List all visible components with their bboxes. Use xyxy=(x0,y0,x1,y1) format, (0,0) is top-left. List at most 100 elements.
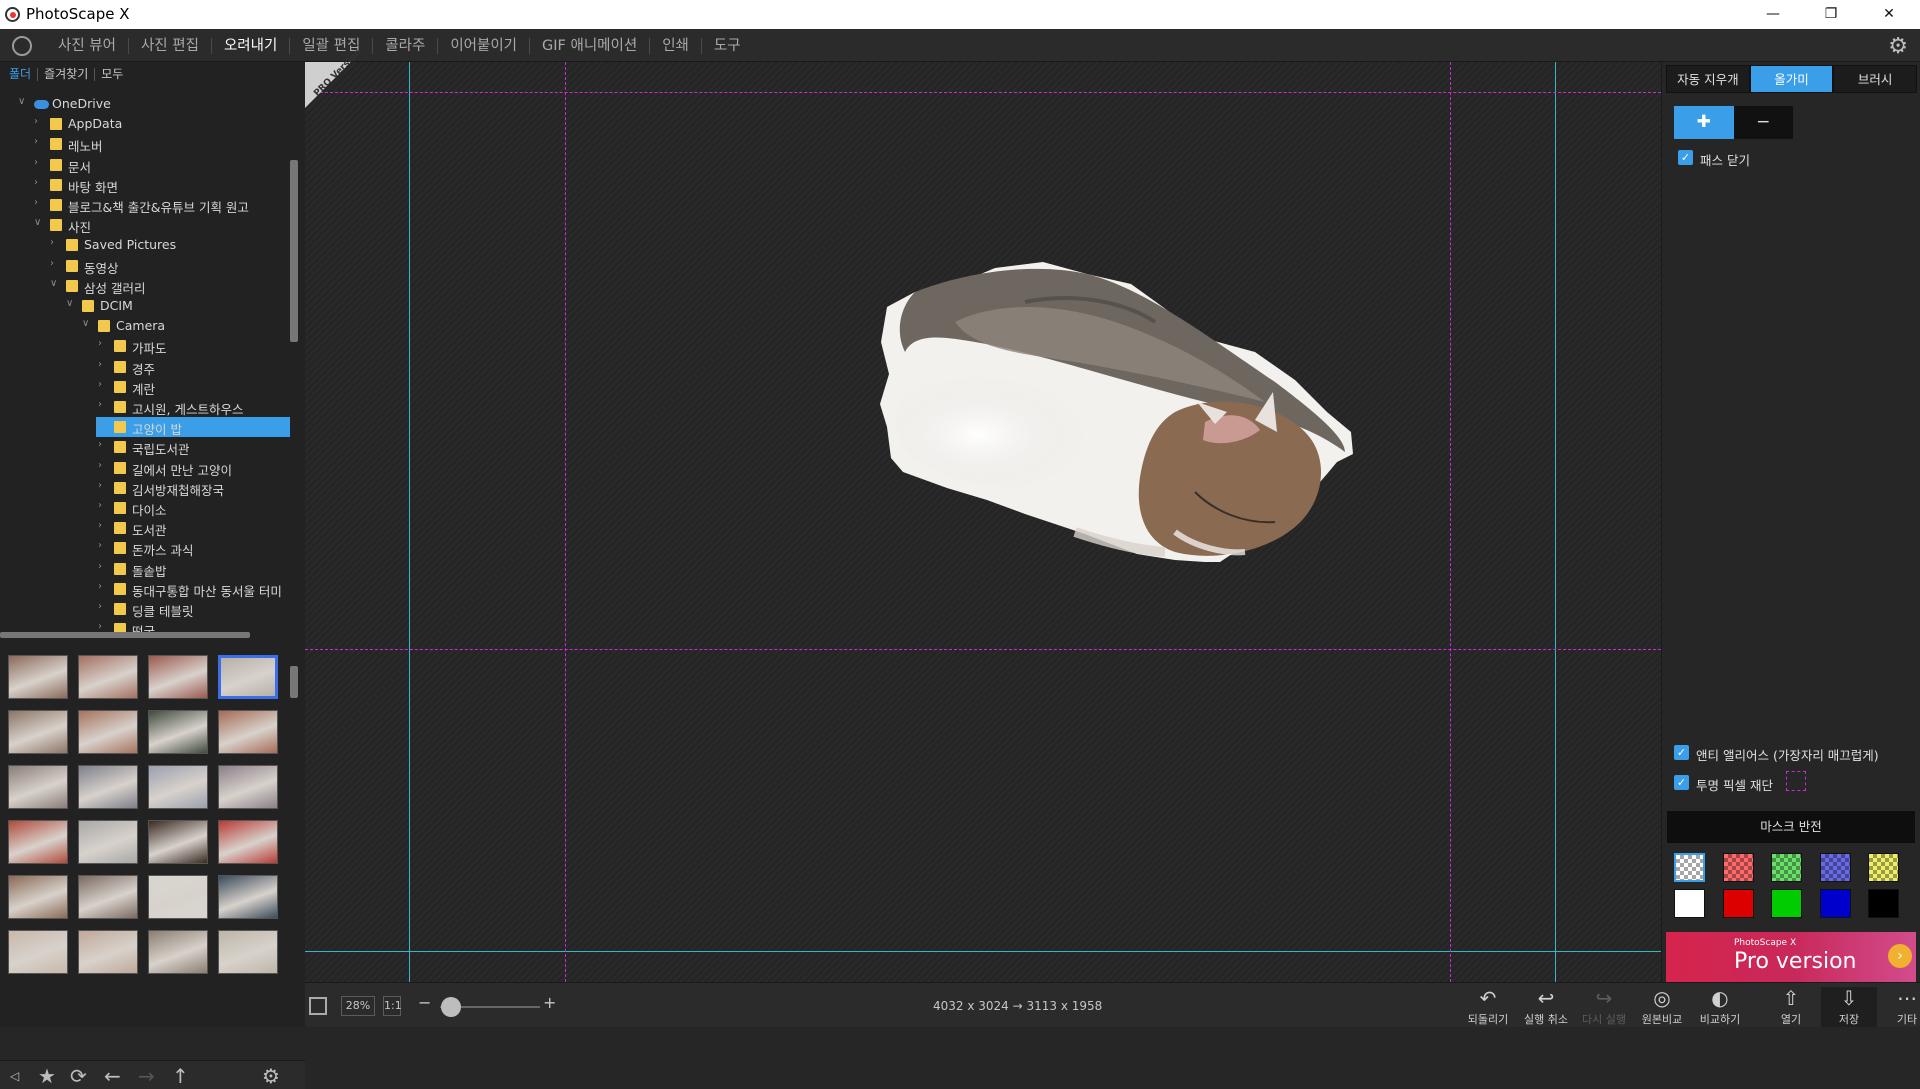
chevron-right-icon[interactable]: › xyxy=(98,439,108,450)
thumbnail[interactable] xyxy=(148,655,208,699)
color-swatch[interactable] xyxy=(1819,853,1851,882)
thumbnail[interactable] xyxy=(8,710,68,754)
tree-item[interactable]: ∨ Camera xyxy=(0,316,290,336)
chevron-right-icon[interactable]: › xyxy=(98,379,108,390)
up-arrow-icon[interactable]: ↑ xyxy=(172,1064,189,1088)
chevron-down-icon[interactable]: ∨ xyxy=(66,298,76,309)
thumbnail[interactable] xyxy=(78,820,138,864)
chevron-right-icon[interactable]: › xyxy=(98,581,108,592)
more-button[interactable]: ⋯ 기타 xyxy=(1879,987,1920,1027)
thumbnail[interactable] xyxy=(78,930,138,974)
forward-arrow-icon[interactable]: → xyxy=(138,1064,155,1088)
tree-item[interactable]: ∨ 삼성 갤러리 xyxy=(0,276,290,296)
mode-tab[interactable]: 브러시 xyxy=(1833,65,1918,93)
color-swatch[interactable] xyxy=(1868,853,1899,882)
left-settings-gear-icon[interactable]: ⚙ xyxy=(262,1064,280,1088)
tab-favorites[interactable]: 즐겨찾기 xyxy=(38,67,96,81)
tree-item[interactable]: › 돌솥밥 xyxy=(0,559,290,579)
tree-item[interactable]: › 바탕 화면 xyxy=(0,175,290,195)
tree-item[interactable]: › 국립도서관 xyxy=(0,437,290,457)
tab-folder[interactable]: 폴더 xyxy=(9,67,39,81)
chevron-right-icon[interactable]: › xyxy=(50,237,60,248)
settings-gear-icon[interactable]: ⚙ xyxy=(1888,34,1908,59)
menu-tab[interactable]: 오려내기 xyxy=(212,37,291,54)
mode-tab[interactable]: 올가미 xyxy=(1749,65,1834,93)
chevron-right-icon[interactable]: › xyxy=(98,359,108,370)
chevron-right-icon[interactable]: › xyxy=(98,419,108,430)
thumbnail[interactable] xyxy=(78,655,138,699)
refresh-icon[interactable]: ⟳ xyxy=(70,1064,87,1088)
chevron-right-icon[interactable]: › xyxy=(98,561,108,572)
tab-all[interactable]: 모두 xyxy=(95,67,129,81)
favorite-star-icon[interactable]: ★ xyxy=(38,1064,56,1088)
thumbnail[interactable] xyxy=(78,875,138,919)
thumbnail[interactable] xyxy=(148,710,208,754)
chevron-right-icon[interactable]: › xyxy=(98,520,108,531)
chevron-right-icon[interactable]: › xyxy=(98,399,108,410)
tree-item[interactable]: ∨ OneDrive xyxy=(0,94,290,114)
color-swatch[interactable] xyxy=(1722,853,1754,882)
close-path-checkbox[interactable]: ✓ xyxy=(1678,150,1693,165)
chevron-right-icon[interactable]: › xyxy=(98,540,108,551)
thumbnail[interactable] xyxy=(148,930,208,974)
tree-item[interactable]: › 김서방재첩해장국 xyxy=(0,478,290,498)
tree-item[interactable]: › AppData xyxy=(0,114,290,134)
tree-item[interactable]: › 문서 xyxy=(0,155,290,175)
color-swatch[interactable] xyxy=(1722,889,1754,918)
compare-original-button[interactable]: ◎ 원본비교 xyxy=(1634,987,1690,1027)
chevron-right-icon[interactable]: › xyxy=(34,197,44,208)
thumbnail[interactable] xyxy=(148,765,208,809)
chevron-right-icon[interactable]: › xyxy=(34,116,44,127)
tree-item[interactable]: › 딩클 테블릿 xyxy=(0,599,290,619)
zoom-percent[interactable]: 28% xyxy=(341,996,375,1016)
chevron-right-icon[interactable]: › xyxy=(98,480,108,491)
thumbnail[interactable] xyxy=(8,820,68,864)
color-swatch[interactable] xyxy=(1674,853,1705,882)
chevron-down-icon[interactable]: ∨ xyxy=(34,217,44,228)
tree-item[interactable]: › 고시원, 게스트하우스 xyxy=(0,397,290,417)
chevron-down-icon[interactable]: ∨ xyxy=(50,278,60,289)
color-swatch[interactable] xyxy=(1868,889,1899,918)
open-button[interactable]: ⇧ 열기 xyxy=(1763,987,1819,1027)
trim-transparent-checkbox[interactable]: ✓ xyxy=(1674,775,1689,790)
chevron-right-icon[interactable]: › xyxy=(34,177,44,188)
thumbnail[interactable] xyxy=(218,765,278,809)
thumbnail[interactable] xyxy=(218,820,278,864)
tree-item[interactable]: › 가파도 xyxy=(0,336,290,356)
thumbnail[interactable] xyxy=(218,710,278,754)
tree-item[interactable]: › 레노버 xyxy=(0,134,290,154)
thumbnail-scrollbar[interactable] xyxy=(290,666,298,698)
thumbnail[interactable] xyxy=(8,875,68,919)
tree-item[interactable]: ∨ 사진 xyxy=(0,215,290,235)
color-swatch[interactable] xyxy=(1674,889,1705,918)
thumbnail[interactable] xyxy=(78,765,138,809)
compare-button[interactable]: ◐ 비교하기 xyxy=(1692,987,1748,1027)
menu-tab[interactable]: 사진 편집 xyxy=(129,37,212,54)
mode-tab[interactable]: 자동 지우개 xyxy=(1666,65,1750,93)
chevron-down-icon[interactable]: ∨ xyxy=(18,96,28,107)
tree-scrollbar[interactable] xyxy=(290,160,298,342)
tree-item[interactable]: › Saved Pictures xyxy=(0,235,290,255)
tree-item[interactable]: › 고양이 밥 xyxy=(0,417,290,438)
thumbnail[interactable] xyxy=(218,930,278,974)
color-swatch[interactable] xyxy=(1819,889,1851,918)
home-icon[interactable] xyxy=(12,36,32,56)
tree-item[interactable]: › 계란 xyxy=(0,377,290,397)
redo-button[interactable]: ↪ 다시 실행 xyxy=(1576,987,1632,1027)
tree-item[interactable]: ∨ DCIM xyxy=(0,296,290,316)
chevron-right-icon[interactable]: › xyxy=(98,338,108,349)
tree-item[interactable]: › 다이소 xyxy=(0,498,290,518)
tree-item[interactable]: › 동대구통합 마산 동서울 터미 xyxy=(0,579,290,599)
thumbnail[interactable] xyxy=(8,930,68,974)
thumbnail[interactable] xyxy=(148,875,208,919)
thumbnail[interactable] xyxy=(78,710,138,754)
pro-version-banner[interactable]: PhotoScape X Pro version › xyxy=(1666,932,1916,982)
editor-canvas[interactable]: PRO Version xyxy=(305,48,1661,982)
undo-button[interactable]: ↩ 실행 취소 xyxy=(1518,987,1574,1027)
restore-button[interactable]: ❐ xyxy=(1802,0,1860,29)
menu-tab[interactable]: 사진 뷰어 xyxy=(46,37,129,54)
chevron-right-icon[interactable]: › xyxy=(98,601,108,612)
close-button[interactable]: ✕ xyxy=(1860,0,1918,29)
menu-tab[interactable]: GIF 애니메이션 xyxy=(530,37,651,54)
tree-item[interactable]: › 길에서 만난 고양이 xyxy=(0,458,290,478)
